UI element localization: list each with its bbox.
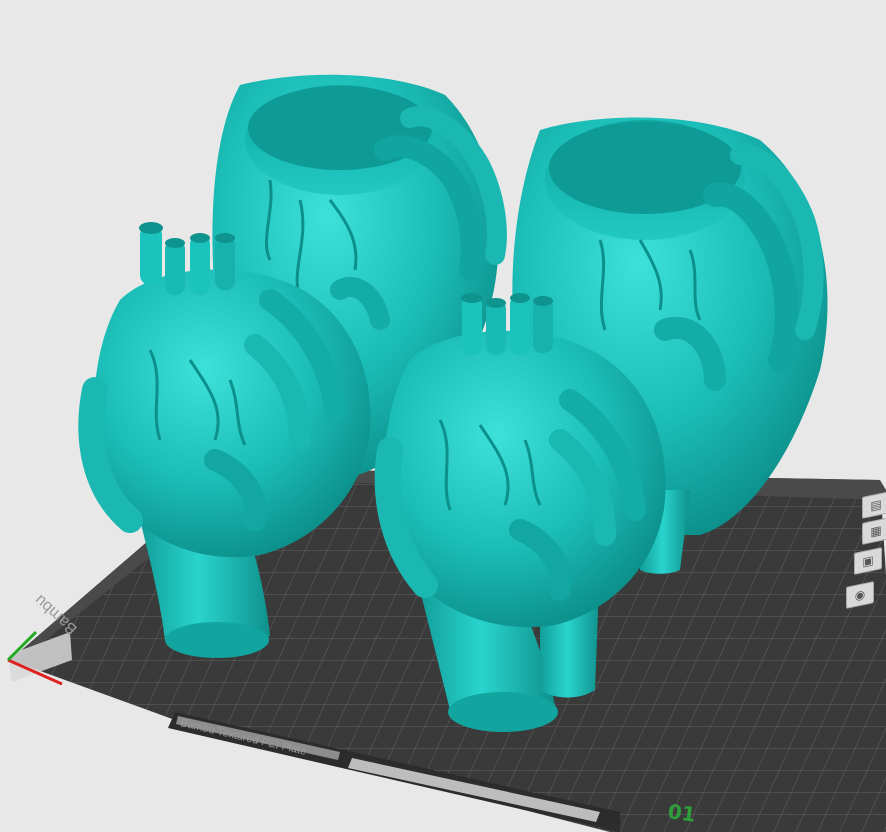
lock-plate-icon[interactable]: ▣ <box>854 547 882 575</box>
view-plate-icon[interactable]: ◉ <box>846 581 874 609</box>
plate-toolbar: ▤ ▦ ▣ ◉ <box>846 491 886 624</box>
plate-number-label[interactable]: 01 <box>666 799 697 827</box>
plate-settings-icon[interactable]: ▤ <box>862 491 886 519</box>
3d-viewport[interactable]: Bambu Textured PEI Plate Bambu 01 <box>0 0 886 832</box>
arrange-icon[interactable]: ▦ <box>862 517 886 545</box>
